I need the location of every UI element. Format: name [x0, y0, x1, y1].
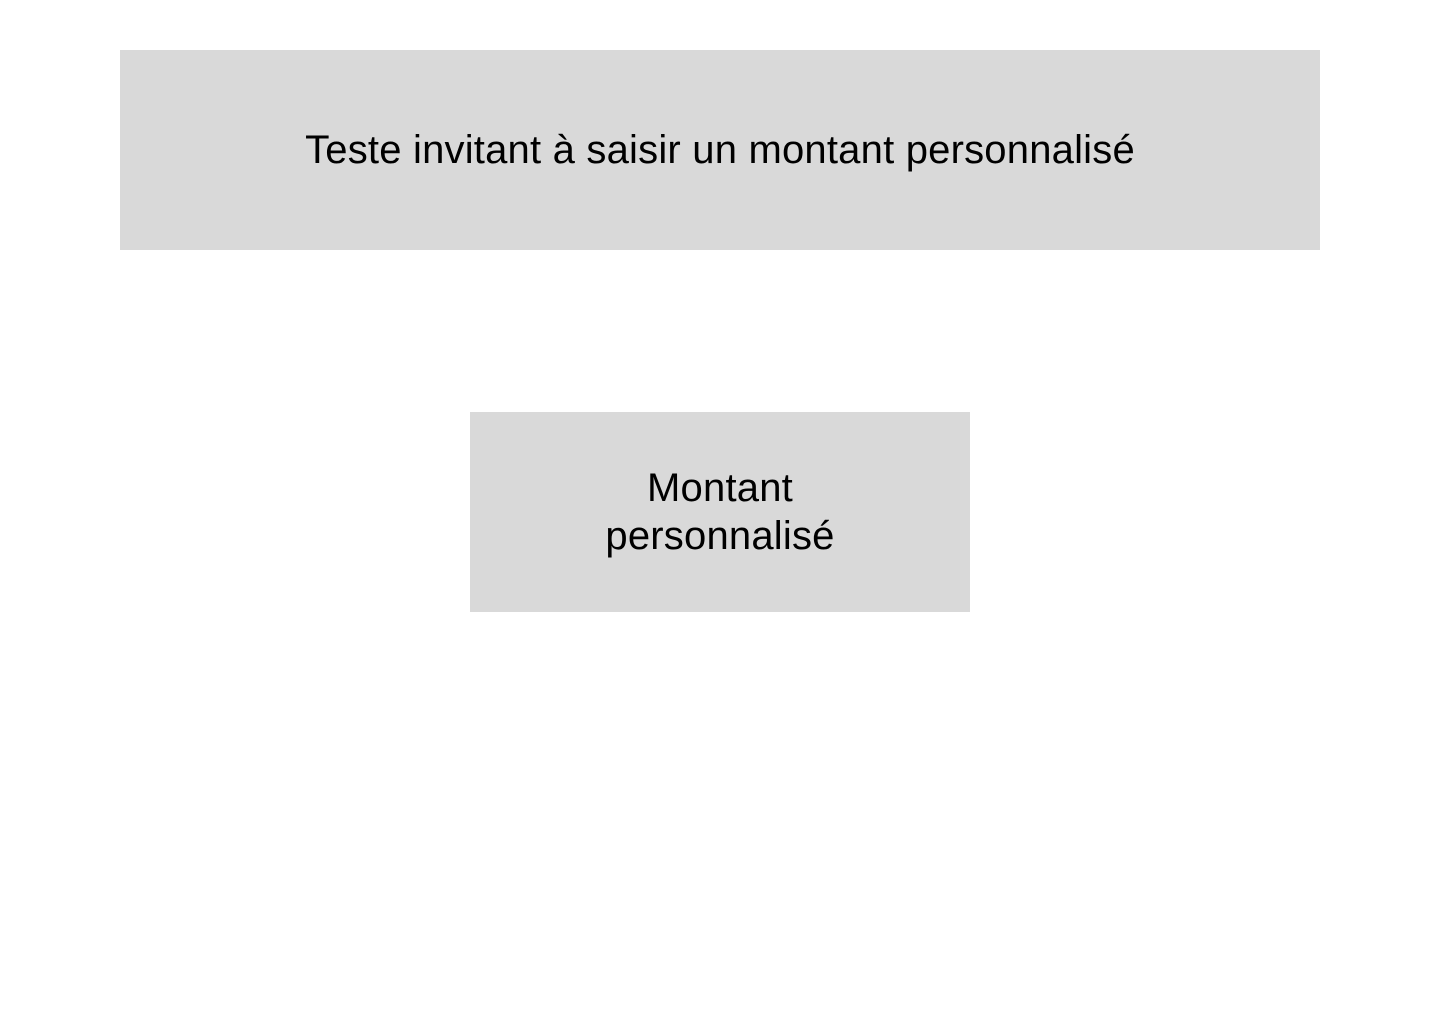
header-banner: Teste invitant à saisir un montant perso… — [120, 50, 1320, 250]
header-text: Teste invitant à saisir un montant perso… — [305, 128, 1135, 172]
custom-amount-button[interactable]: Montant personnalisé — [470, 412, 970, 612]
page: Teste invitant à saisir un montant perso… — [0, 0, 1440, 1024]
custom-amount-button-label: Montant personnalisé — [605, 466, 835, 558]
